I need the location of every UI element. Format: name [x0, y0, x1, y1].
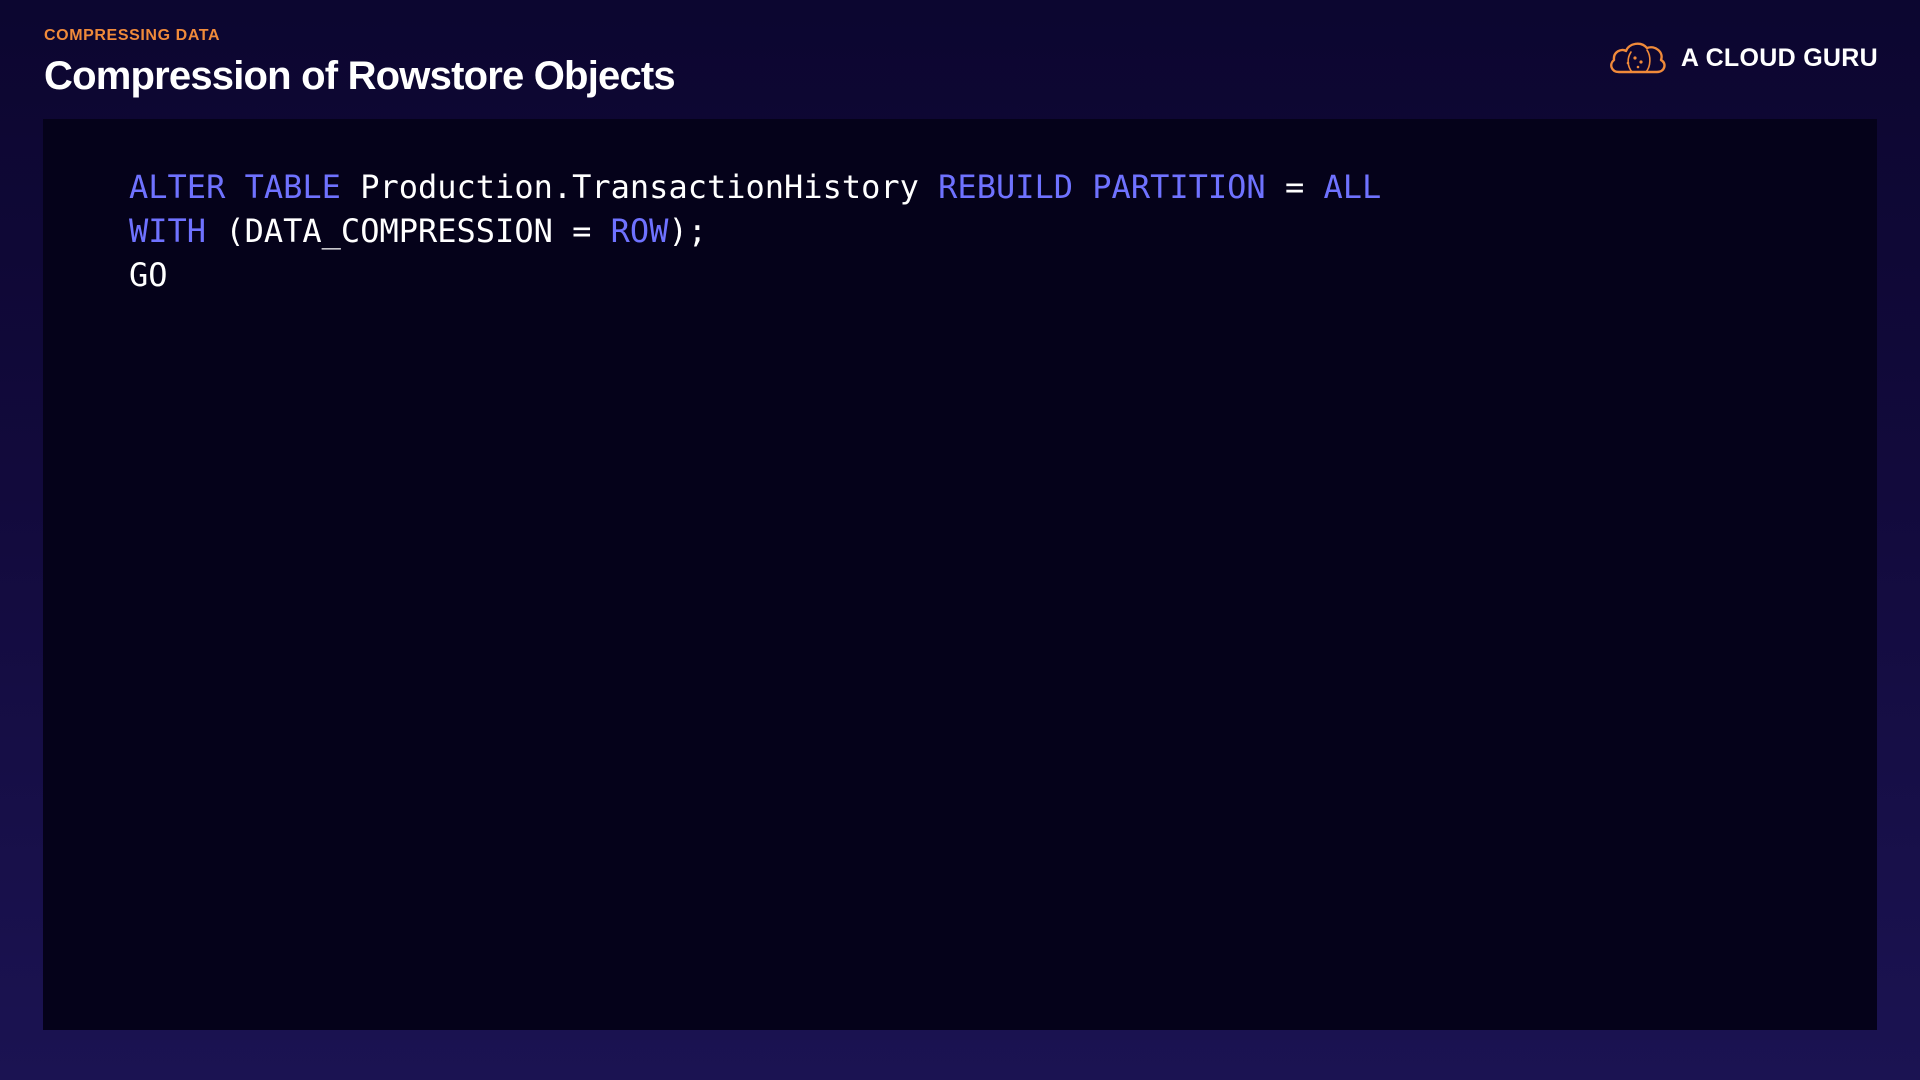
brand-logo: A CLOUD GURU: [1605, 36, 1878, 80]
code-keyword: WITH: [129, 212, 207, 250]
code-text: GO: [129, 256, 168, 294]
code-block: ALTER TABLE Production.TransactionHistor…: [129, 165, 1381, 297]
code-line: ALTER TABLE Production.TransactionHistor…: [129, 165, 1381, 209]
code-text: (DATA_COMPRESSION =: [206, 212, 611, 250]
code-panel: ALTER TABLE Production.TransactionHistor…: [43, 119, 1877, 1030]
code-text: Production.TransactionHistory: [340, 168, 939, 206]
cloud-logo-icon: [1609, 42, 1666, 74]
code-keyword: ROW: [610, 212, 669, 250]
brand-name: A CLOUD GURU: [1680, 43, 1878, 72]
code-keyword: ALL: [1323, 168, 1382, 206]
code-line: WITH (DATA_COMPRESSION = ROW);: [129, 209, 1381, 253]
code-line: GO: [129, 253, 1381, 297]
code-text: =: [1265, 168, 1324, 206]
code-keyword: ALTER TABLE: [129, 168, 341, 206]
slide-header: COMPRESSING DATA Compression of Rowstore…: [44, 26, 676, 100]
code-keyword: REBUILD PARTITION: [938, 168, 1266, 206]
code-text: );: [668, 212, 707, 250]
section-label: COMPRESSING DATA: [44, 27, 221, 44]
page-title: Compression of Rowstore Objects: [44, 54, 676, 98]
